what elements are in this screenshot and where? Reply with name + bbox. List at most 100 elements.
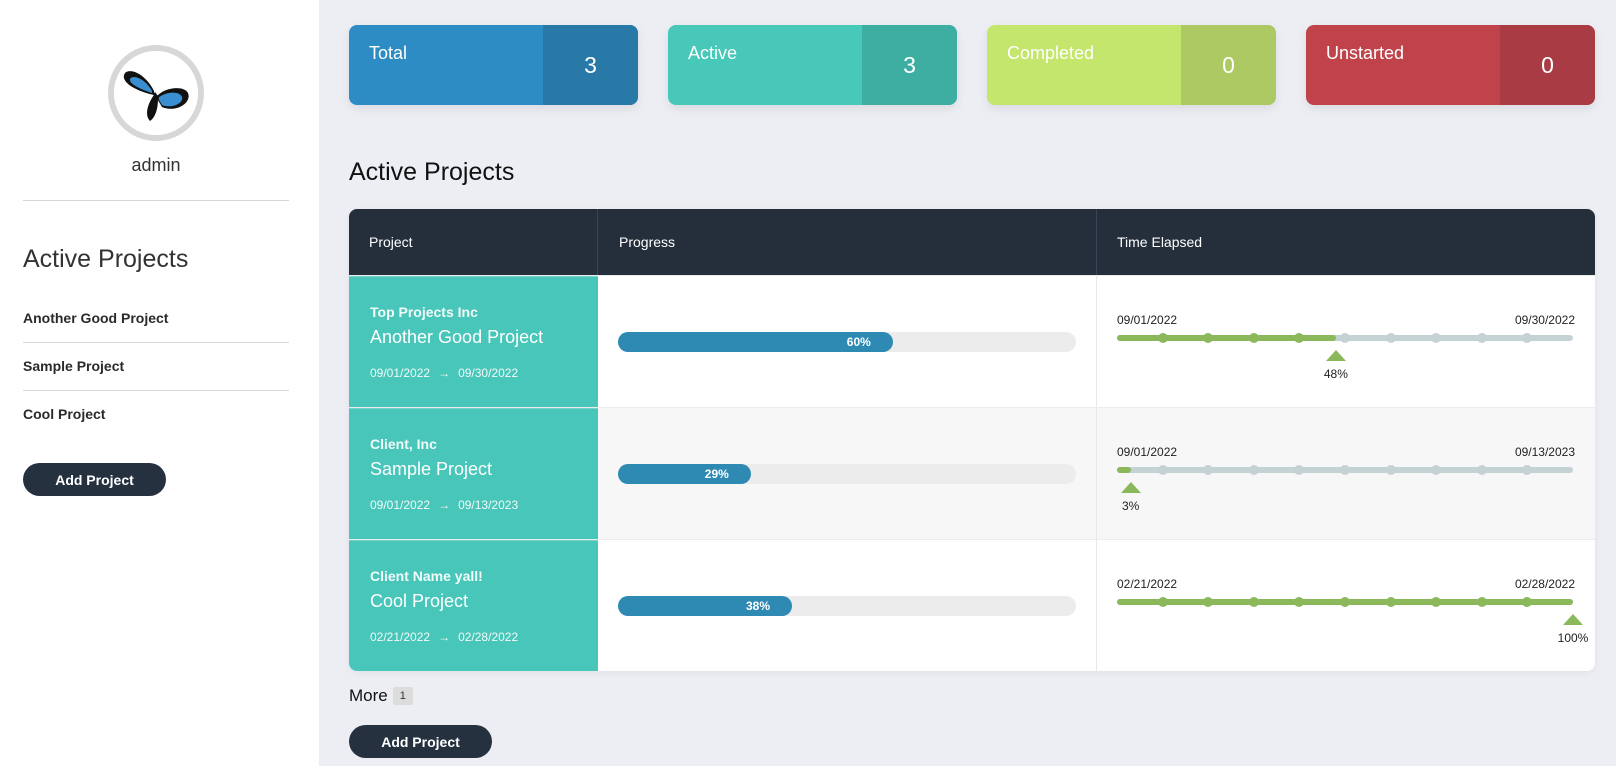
timeline-percent: 3% [1122, 499, 1140, 513]
timeline-track [1117, 333, 1573, 343]
sidebar-divider [23, 200, 289, 201]
more-label: More [349, 686, 388, 705]
timeline-tick [1157, 465, 1168, 475]
table-header: Project Progress Time Elapsed [349, 209, 1595, 275]
avatar[interactable] [108, 45, 204, 141]
client-name: Client Name yall! [370, 568, 483, 584]
timeline-tick [1476, 333, 1487, 343]
project-cell[interactable]: Client, Inc Sample Project 09/01/2022 → 09… [349, 408, 598, 540]
timeline-tick [1476, 465, 1487, 475]
stat-value: 0 [1500, 25, 1595, 105]
timeline-start-date: 09/01/2022 [1117, 313, 1178, 327]
project-cell[interactable]: Top Projects Inc Another Good Project 09… [349, 276, 598, 408]
timeline-track [1117, 465, 1573, 475]
end-date: 02/28/2022 [458, 630, 519, 644]
timeline-start-date: 02/21/2022 [1117, 577, 1178, 591]
stat-card-unstarted: Unstarted 0 [1306, 25, 1595, 105]
progress-bar: 29% [618, 464, 1076, 484]
column-header-progress: Progress [598, 209, 1097, 275]
project-name[interactable]: Another Good Project [370, 327, 543, 348]
column-header-time-elapsed: Time Elapsed [1117, 234, 1203, 250]
arrow-right-icon: → [438, 366, 451, 380]
timeline-tick [1385, 465, 1396, 475]
add-project-button[interactable]: Add Project [349, 725, 492, 758]
timeline-marker-icon [1120, 482, 1141, 493]
progress-bar-fill: 29% [618, 464, 751, 484]
timeline-tick [1522, 465, 1533, 475]
start-date: 02/21/2022 [370, 630, 431, 644]
table-row: Top Projects Inc Another Good Project 09… [349, 275, 1595, 408]
timeline-tick [1522, 333, 1533, 343]
project-dates: 09/01/2022 → 09/30/2022 [370, 366, 518, 380]
timeline-tick [1203, 465, 1214, 475]
sidebar-project-item[interactable]: Another Good Project [23, 295, 289, 343]
more-count-badge: 1 [392, 687, 413, 705]
stat-label: Active [688, 43, 738, 63]
timeline-end-date: 09/13/2023 [1514, 445, 1575, 459]
progress-cell: 60% [598, 276, 1097, 408]
timeline-tick [1340, 333, 1350, 343]
end-date: 09/30/2022 [458, 366, 519, 380]
timeline-percent: 100% [1557, 631, 1589, 645]
project-dates: 02/21/2022 → 02/28/2022 [370, 630, 518, 644]
sidebar-project-item[interactable]: Sample Project [23, 343, 289, 391]
stat-value: 3 [543, 25, 638, 105]
client-name: Top Projects Inc [370, 304, 478, 320]
timeline-end-date: 09/30/2022 [1514, 313, 1575, 327]
stat-value: 0 [1181, 25, 1276, 105]
stat-value: 3 [862, 25, 957, 105]
sidebar-add-project-button[interactable]: Add Project [23, 463, 166, 496]
project-name[interactable]: Sample Project [370, 459, 492, 480]
progress-bar-fill: 60% [618, 332, 893, 352]
stat-card-completed: Completed 0 [987, 25, 1276, 105]
time-elapsed-cell: 09/01/2022 09/30/2022 48% [1097, 276, 1595, 408]
timeline-tick [1157, 597, 1168, 607]
timeline-fill [1117, 467, 1131, 473]
table-row: Client, Inc Sample Project 09/01/2022 → 09… [349, 407, 1595, 540]
sidebar: admin Active Projects Another Good Proje… [0, 0, 319, 766]
client-name: Client, Inc [370, 436, 437, 452]
progress-bar: 60% [618, 332, 1076, 352]
table-row: Client Name yall! Cool Project 02/21/202… [349, 539, 1595, 671]
start-date: 09/01/2022 [370, 498, 431, 512]
timeline-tick [1431, 333, 1442, 343]
timeline-track [1117, 597, 1573, 607]
timeline-tick [1340, 465, 1350, 475]
timeline-tick [1385, 333, 1396, 343]
timeline-end-date: 02/28/2022 [1514, 577, 1575, 591]
project-name[interactable]: Cool Project [370, 591, 468, 612]
timeline-start-date: 09/01/2022 [1117, 445, 1178, 459]
more-link[interactable]: More 1 [349, 686, 413, 706]
sidebar-project-item[interactable]: Cool Project [23, 391, 289, 439]
timeline-tick [1294, 597, 1305, 607]
progress-bar: 38% [618, 596, 1076, 616]
stat-card-active: Active 3 [668, 25, 957, 105]
timeline-tick [1248, 597, 1259, 607]
progress-cell: 38% [598, 540, 1097, 671]
start-date: 09/01/2022 [370, 366, 431, 380]
timeline-marker-icon [1325, 350, 1346, 361]
timeline-tick [1431, 597, 1442, 607]
timeline-marker-icon [1563, 614, 1583, 625]
timeline-tick [1294, 333, 1305, 343]
timeline-tick [1476, 597, 1487, 607]
page-title: Active Projects [349, 158, 515, 186]
timeline-tick [1522, 597, 1533, 607]
timeline-percent: 48% [1323, 367, 1348, 381]
stat-label: Total [369, 43, 408, 63]
time-elapsed-cell: 09/01/2022 09/13/2023 3% [1097, 408, 1595, 540]
butterfly-icon [114, 51, 198, 135]
timeline-tick [1385, 597, 1396, 607]
time-elapsed-cell: 02/21/2022 02/28/2022 100% [1097, 540, 1595, 671]
sidebar-title: Active Projects [23, 245, 189, 273]
timeline-tick [1157, 333, 1168, 343]
project-dates: 09/01/2022 → 09/13/2023 [370, 498, 518, 512]
timeline-tick [1203, 333, 1214, 343]
sidebar-project-list: Another Good Project Sample Project Cool… [23, 295, 289, 439]
stat-label: Unstarted [1326, 43, 1405, 63]
arrow-right-icon: → [438, 498, 451, 512]
timeline-tick [1340, 597, 1350, 607]
timeline-tick [1431, 465, 1442, 475]
project-cell[interactable]: Client Name yall! Cool Project 02/21/202… [349, 540, 598, 671]
username: admin [131, 155, 181, 175]
